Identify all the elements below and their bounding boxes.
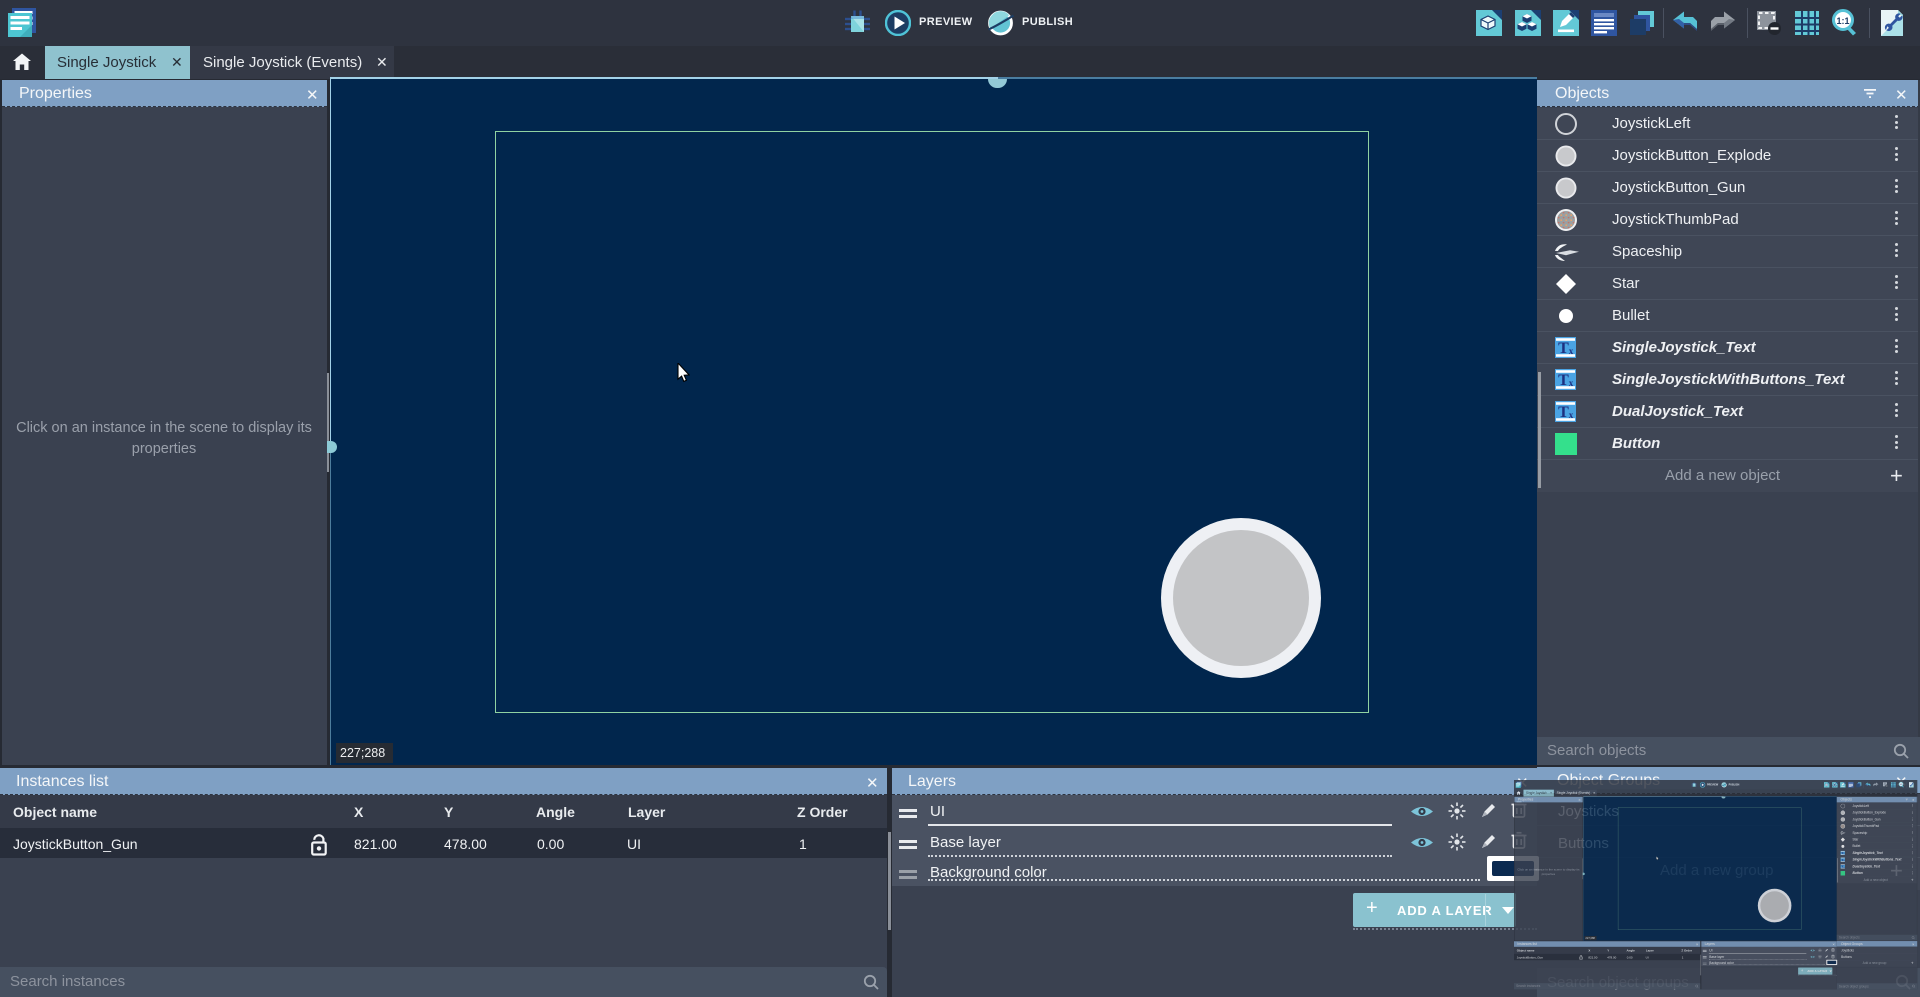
svg-text:T: T xyxy=(1558,404,1569,421)
svg-text:x: x xyxy=(1569,410,1574,420)
svg-text:T: T xyxy=(1558,340,1569,357)
svg-text:x: x xyxy=(1569,346,1574,356)
svg-text:T: T xyxy=(1558,372,1569,389)
svg-text:x: x xyxy=(1843,853,1844,855)
svg-text:x: x xyxy=(1843,860,1844,862)
svg-text:x: x xyxy=(1843,867,1844,869)
svg-text:x: x xyxy=(1569,378,1574,388)
svg-text:1:1: 1:1 xyxy=(1900,784,1903,786)
svg-text:1:1: 1:1 xyxy=(1836,16,1849,26)
